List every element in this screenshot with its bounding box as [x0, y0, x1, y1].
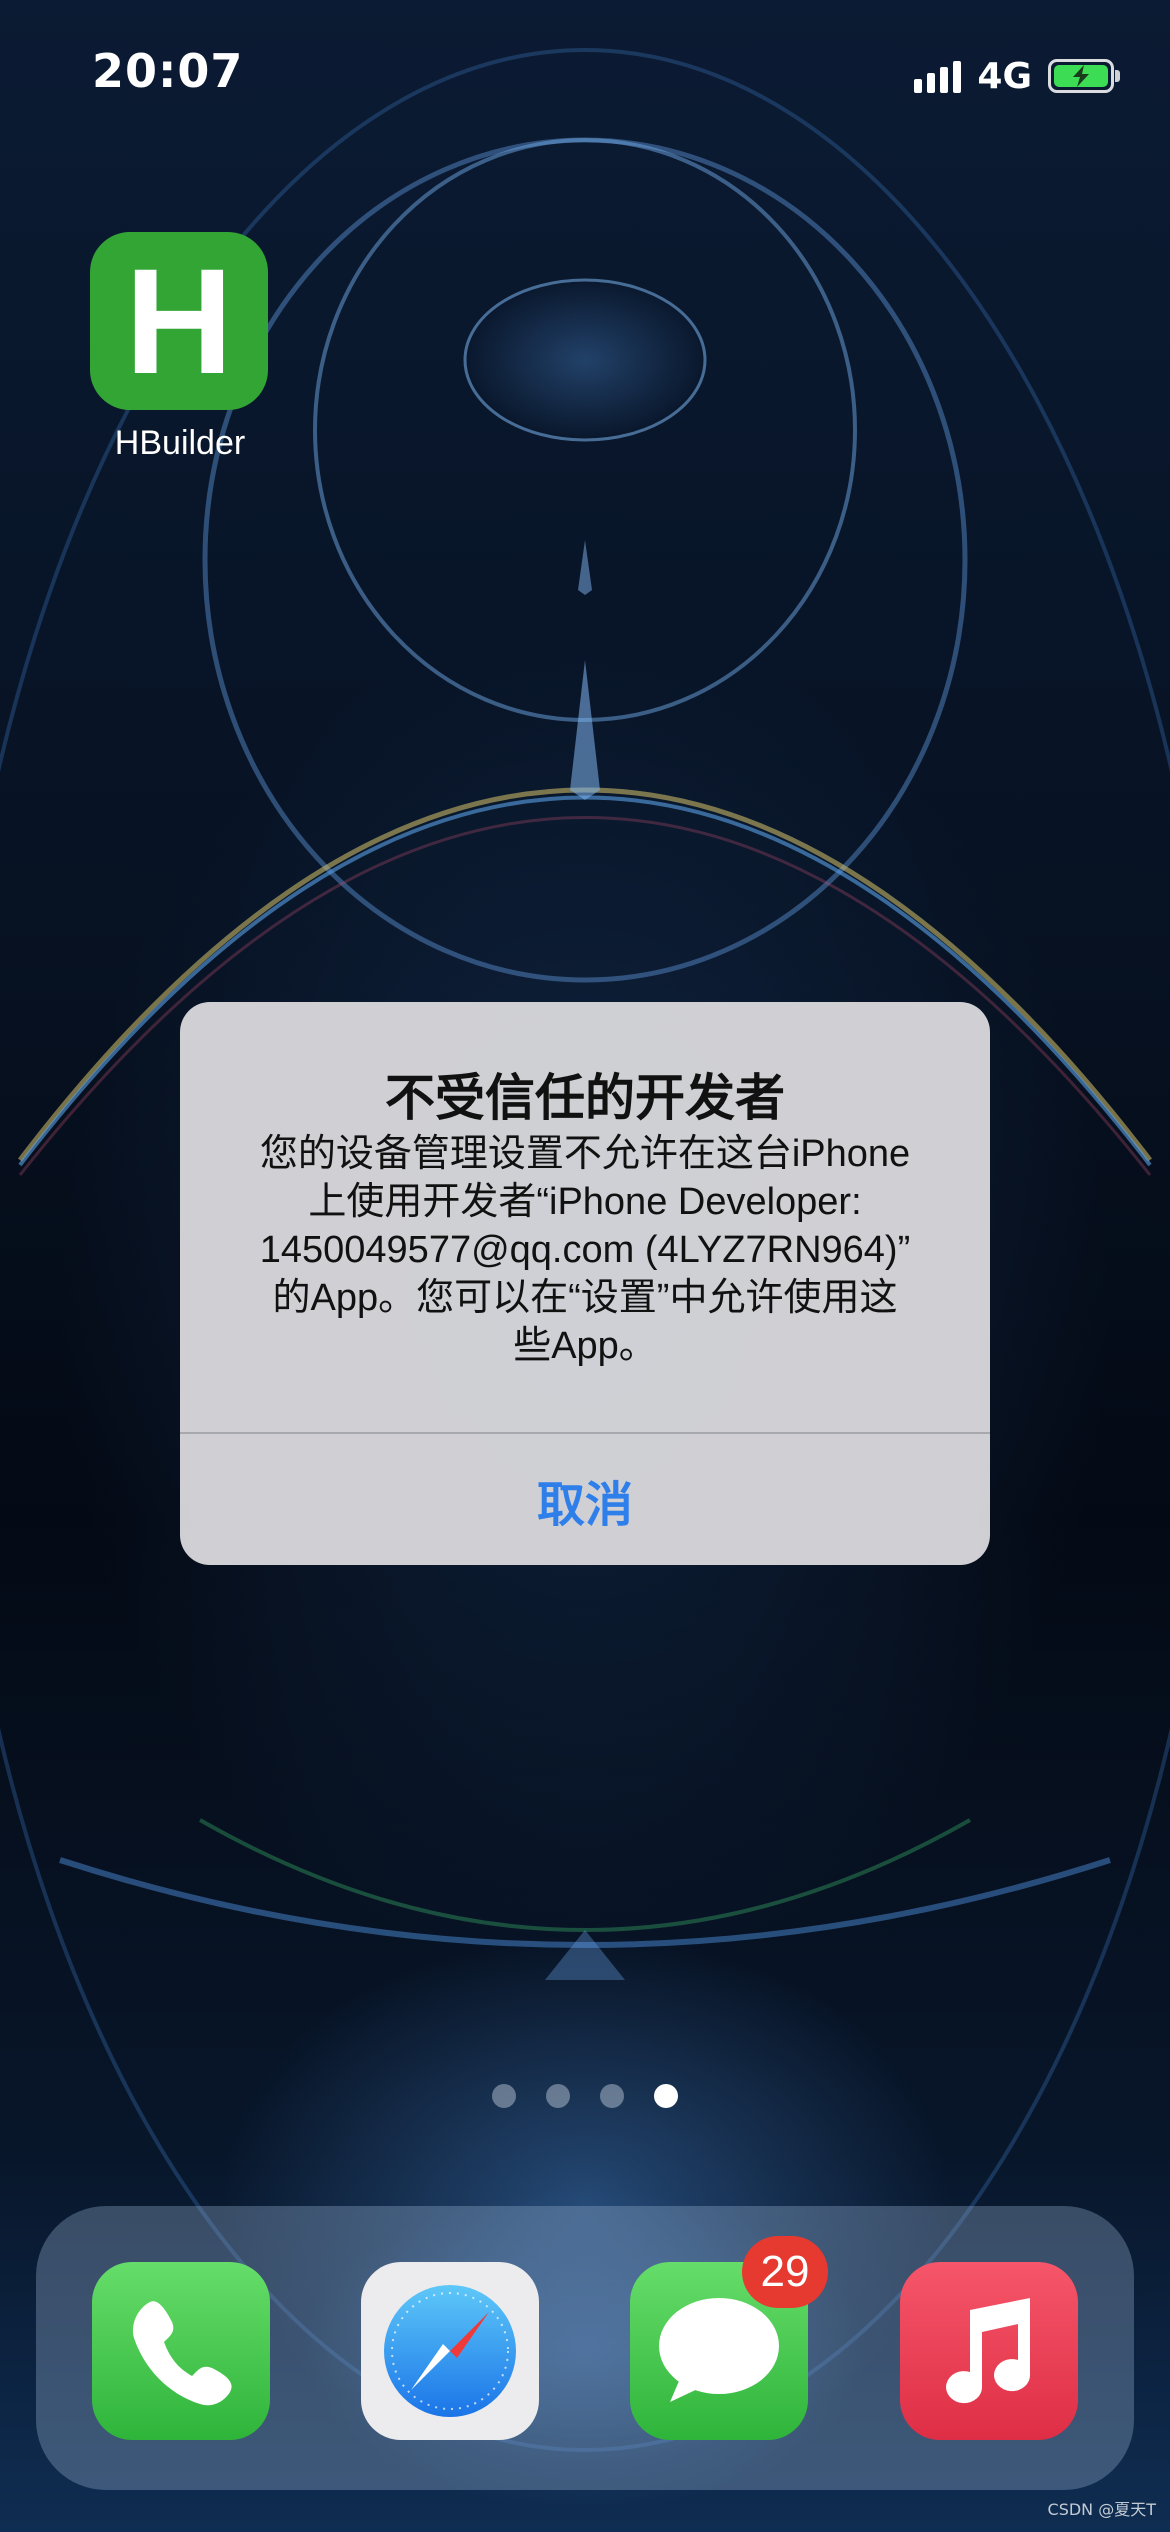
dock-app-messages[interactable]: 29 [630, 2236, 828, 2440]
alert-message-line: 上使用开发者“iPhone Developer: [308, 1181, 862, 1223]
page-dot[interactable] [546, 2084, 570, 2108]
battery-charging-icon [1048, 59, 1120, 93]
alert-message-line: 您的设备管理设置不允许在这台iPhone [259, 1133, 911, 1175]
phone-icon [132, 2301, 232, 2406]
page-indicator[interactable] [0, 2084, 1170, 2108]
status-indicators: 4G [914, 52, 1120, 100]
app-hbuilder[interactable]: H HBuilder [90, 232, 270, 463]
alert-message-line: 些App。 [513, 1325, 657, 1367]
dock-app-safari[interactable] [361, 2262, 539, 2440]
alert-message-line: 1450049577@qq.com (4LYZ7RN964)” [259, 1229, 911, 1271]
hbuilder-app-icon[interactable]: H [90, 232, 268, 410]
page-dot[interactable] [600, 2084, 624, 2108]
notification-badge: 29 [742, 2236, 828, 2308]
watermark: CSDN @夏天T [1047, 2500, 1156, 2519]
cancel-button[interactable]: 取消 [180, 1434, 990, 1565]
dock-app-music[interactable] [900, 2262, 1078, 2440]
music-note-icon [946, 2298, 1031, 2404]
dock: 29 [36, 2206, 1134, 2490]
alert-message: 您的设备管理设置不允许在这台iPhone 上使用开发者“iPhone Devel… [220, 1130, 950, 1370]
network-type: 4G [977, 55, 1032, 97]
cellular-signal-icon [914, 59, 962, 93]
alert-message-line: 的App。您可以在“设置”中允许使用这 [272, 1277, 898, 1319]
untrusted-developer-alert: 不受信任的开发者 您的设备管理设置不允许在这台iPhone 上使用开发者“iPh… [180, 1002, 990, 1565]
app-label-hbuilder: HBuilder [114, 424, 246, 462]
dock-app-phone[interactable] [92, 2262, 270, 2440]
status-time: 20:07 [92, 44, 244, 98]
page-dot-active[interactable] [654, 2084, 678, 2108]
alert-title: 不受信任的开发者 [385, 1069, 785, 1127]
safari-compass-icon [384, 2285, 516, 2417]
page-dot[interactable] [492, 2084, 516, 2108]
